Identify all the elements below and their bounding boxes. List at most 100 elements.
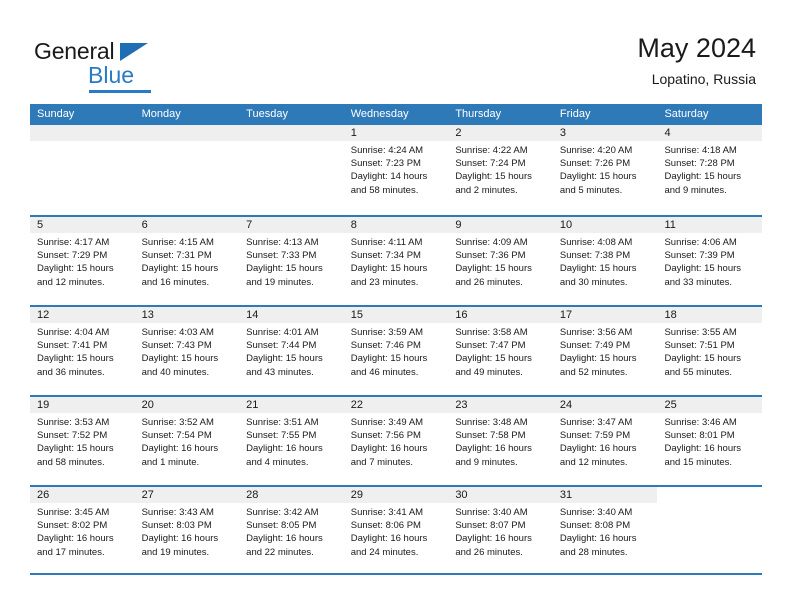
day-detail-daylight1: Daylight: 16 hours <box>559 533 637 545</box>
day-details: Sunrise: 4:15 AM Sunset: 7:31 PM Daylight:… <box>135 233 240 289</box>
day-number: 20 <box>134 397 240 413</box>
day-cell-24[interactable]: 24 Sunrise: 3:47 AM Sunset: 7:59 PM Dayligh… <box>552 397 658 485</box>
general-blue-logo[interactable]: General Blue <box>34 38 234 94</box>
day-number: 16 <box>448 307 553 323</box>
day-cell-23[interactable]: 23 Sunrise: 3:48 AM Sunset: 7:58 PM Dayligh… <box>448 397 553 485</box>
day-number: 8 <box>343 217 449 233</box>
day-detail-daylight1: Daylight: 16 hours <box>246 443 323 455</box>
day-cell-8[interactable]: 8 Sunrise: 4:11 AM Sunset: 7:34 PM Daylight… <box>343 217 449 305</box>
day-detail-sunset: Sunset: 7:51 PM <box>664 340 735 352</box>
day-cell-26[interactable]: 26 Sunrise: 3:45 AM Sunset: 8:02 PM Dayligh… <box>30 487 135 573</box>
day-cell-12[interactable]: 12 Sunrise: 4:04 AM Sunset: 7:41 PM Dayligh… <box>30 307 135 395</box>
weekday-header-sunday: Sunday <box>37 108 75 120</box>
day-detail-sunset: Sunset: 7:36 PM <box>455 250 526 262</box>
day-detail-sunset: Sunset: 8:03 PM <box>141 520 212 532</box>
day-cell-11[interactable]: 11 Sunrise: 4:06 AM Sunset: 7:39 PM Dayligh… <box>657 217 763 305</box>
day-cell-14[interactable]: 14 Sunrise: 4:01 AM Sunset: 7:44 PM Dayligh… <box>239 307 344 395</box>
day-number: 17 <box>552 307 658 323</box>
day-detail-daylight2: and 22 minutes. <box>246 546 314 558</box>
day-detail-sunrise: Sunrise: 4:20 AM <box>559 145 633 156</box>
day-cell-1[interactable]: 1 Sunrise: 4:24 AM Sunset: 7:23 PM Daylight… <box>343 125 449 215</box>
day-detail-sunrise: Sunrise: 4:09 AM <box>455 237 528 248</box>
day-details: Sunrise: 4:09 AM Sunset: 7:36 PM Daylight:… <box>448 233 553 289</box>
day-cell-2[interactable]: 2 Sunrise: 4:22 AM Sunset: 7:24 PM Daylight… <box>448 125 553 215</box>
day-detail-sunrise: Sunrise: 3:58 AM <box>455 327 528 338</box>
weekday-header-thursday: Thursday <box>455 108 502 120</box>
day-cell-6[interactable]: 6 Sunrise: 4:15 AM Sunset: 7:31 PM Daylight… <box>134 217 240 305</box>
day-detail-sunset: Sunset: 8:01 PM <box>664 430 735 442</box>
day-detail-daylight2: and 23 minutes. <box>350 276 419 288</box>
day-details: Sunrise: 3:49 AM Sunset: 7:56 PM Daylight:… <box>344 413 449 469</box>
day-detail-sunset: Sunset: 7:58 PM <box>455 430 526 442</box>
day-cell-9[interactable]: 9 Sunrise: 4:09 AM Sunset: 7:36 PM Daylight… <box>448 217 553 305</box>
day-detail-daylight1: Daylight: 15 hours <box>246 353 323 365</box>
day-number: 28 <box>239 487 344 503</box>
day-cell-5[interactable]: 5 Sunrise: 4:17 AM Sunset: 7:29 PM Daylight… <box>30 217 135 305</box>
day-detail-sunset: Sunset: 7:59 PM <box>559 430 631 442</box>
day-detail-daylight2: and 4 minutes. <box>246 456 309 468</box>
day-cell-29[interactable]: 29 Sunrise: 3:41 AM Sunset: 8:06 PM Dayligh… <box>343 487 449 573</box>
day-details: Sunrise: 3:55 AM Sunset: 7:51 PM Daylight:… <box>657 323 762 379</box>
day-detail-daylight1: Daylight: 15 hours <box>141 263 219 275</box>
day-detail-daylight2: and 30 minutes. <box>559 276 628 288</box>
day-cell-31[interactable]: 31 Sunrise: 3:40 AM Sunset: 8:08 PM Dayligh… <box>552 487 658 573</box>
day-detail-sunset: Sunset: 7:52 PM <box>37 430 108 442</box>
day-number: 25 <box>657 397 763 413</box>
day-details: Sunrise: 4:20 AM Sunset: 7:26 PM Daylight:… <box>553 141 658 197</box>
day-cell-25[interactable]: 25 Sunrise: 3:46 AM Sunset: 8:01 PM Dayligh… <box>657 397 763 485</box>
day-detail-sunset: Sunset: 7:43 PM <box>141 340 212 352</box>
day-cell-27[interactable]: 27 Sunrise: 3:43 AM Sunset: 8:03 PM Dayligh… <box>134 487 240 573</box>
day-cell-22[interactable]: 22 Sunrise: 3:49 AM Sunset: 7:56 PM Dayligh… <box>343 397 449 485</box>
weekday-header-saturday: Saturday <box>664 108 709 120</box>
day-cell-18[interactable]: 18 Sunrise: 3:55 AM Sunset: 7:51 PM Dayligh… <box>657 307 763 395</box>
brand-name-general: General <box>34 38 115 64</box>
day-details: Sunrise: 4:17 AM Sunset: 7:29 PM Daylight:… <box>30 233 135 289</box>
day-cell-17[interactable]: 17 Sunrise: 3:56 AM Sunset: 7:49 PM Dayligh… <box>552 307 658 395</box>
day-cell-30[interactable]: 30 Sunrise: 3:40 AM Sunset: 8:07 PM Dayligh… <box>448 487 553 573</box>
calendar-weeks: 1 Sunrise: 4:24 AM Sunset: 7:23 PM Daylight… <box>30 125 763 575</box>
day-detail-sunrise: Sunrise: 4:03 AM <box>141 327 214 338</box>
day-cell-20[interactable]: 20 Sunrise: 3:52 AM Sunset: 7:54 PM Dayligh… <box>134 397 240 485</box>
day-cell-21[interactable]: 21 Sunrise: 3:51 AM Sunset: 7:55 PM Dayligh… <box>239 397 344 485</box>
day-detail-sunrise: Sunrise: 3:49 AM <box>350 417 424 428</box>
day-cell-28[interactable]: 28 Sunrise: 3:42 AM Sunset: 8:05 PM Dayligh… <box>239 487 344 573</box>
day-detail-sunset: Sunset: 8:02 PM <box>37 520 108 532</box>
calendar-grid: Sunday Monday Tuesday Wednesday Thursday Frid… <box>30 104 763 575</box>
day-detail-sunset: Sunset: 7:28 PM <box>664 158 735 170</box>
day-detail-daylight1: Daylight: 15 hours <box>37 263 114 275</box>
day-number <box>30 125 135 141</box>
day-cell-10[interactable]: 10 Sunrise: 4:08 AM Sunset: 7:38 PM Dayligh… <box>552 217 658 305</box>
day-detail-sunset: Sunset: 7:46 PM <box>350 340 421 352</box>
day-cell-13[interactable]: 13 Sunrise: 4:03 AM Sunset: 7:43 PM Dayligh… <box>134 307 240 395</box>
day-details: Sunrise: 3:40 AM Sunset: 8:08 PM Daylight:… <box>553 503 658 559</box>
day-cell-3[interactable]: 3 Sunrise: 4:20 AM Sunset: 7:26 PM Daylight… <box>552 125 658 215</box>
day-detail-sunset: Sunset: 7:49 PM <box>559 340 631 352</box>
day-details: Sunrise: 3:53 AM Sunset: 7:52 PM Daylight:… <box>30 413 135 469</box>
day-cell-16[interactable]: 16 Sunrise: 3:58 AM Sunset: 7:47 PM Dayligh… <box>448 307 553 395</box>
day-details: Sunrise: 3:45 AM Sunset: 8:02 PM Daylight:… <box>30 503 135 559</box>
day-detail-sunset: Sunset: 7:26 PM <box>559 158 631 170</box>
day-detail-daylight2: and 17 minutes. <box>37 546 105 558</box>
day-detail-daylight2: and 7 minutes. <box>350 456 414 468</box>
day-cell-4[interactable]: 4 Sunrise: 4:18 AM Sunset: 7:28 PM Daylight… <box>657 125 763 215</box>
day-detail-daylight1: Daylight: 16 hours <box>141 533 219 545</box>
day-detail-sunset: Sunset: 7:44 PM <box>246 340 317 352</box>
day-detail-daylight1: Daylight: 16 hours <box>246 533 323 545</box>
day-details <box>135 141 240 144</box>
day-number: 3 <box>552 125 658 141</box>
day-detail-daylight1: Daylight: 16 hours <box>455 443 532 455</box>
day-details: Sunrise: 4:06 AM Sunset: 7:39 PM Daylight:… <box>657 233 762 289</box>
day-number: 19 <box>30 397 135 413</box>
day-detail-daylight1: Daylight: 15 hours <box>37 443 114 455</box>
triangle-flag-icon <box>120 43 148 61</box>
day-details <box>239 141 344 144</box>
day-number: 21 <box>239 397 344 413</box>
day-detail-daylight1: Daylight: 15 hours <box>350 263 428 275</box>
day-cell-7[interactable]: 7 Sunrise: 4:13 AM Sunset: 7:33 PM Daylight… <box>239 217 344 305</box>
day-cell-15[interactable]: 15 Sunrise: 3:59 AM Sunset: 7:46 PM Dayligh… <box>343 307 449 395</box>
day-cell-19[interactable]: 19 Sunrise: 3:53 AM Sunset: 7:52 PM Dayligh… <box>30 397 135 485</box>
day-detail-daylight2: and 19 minutes. <box>246 276 314 288</box>
day-detail-daylight2: and 28 minutes. <box>559 546 628 558</box>
day-number: 11 <box>657 217 763 233</box>
day-detail-sunrise: Sunrise: 3:43 AM <box>141 507 214 518</box>
